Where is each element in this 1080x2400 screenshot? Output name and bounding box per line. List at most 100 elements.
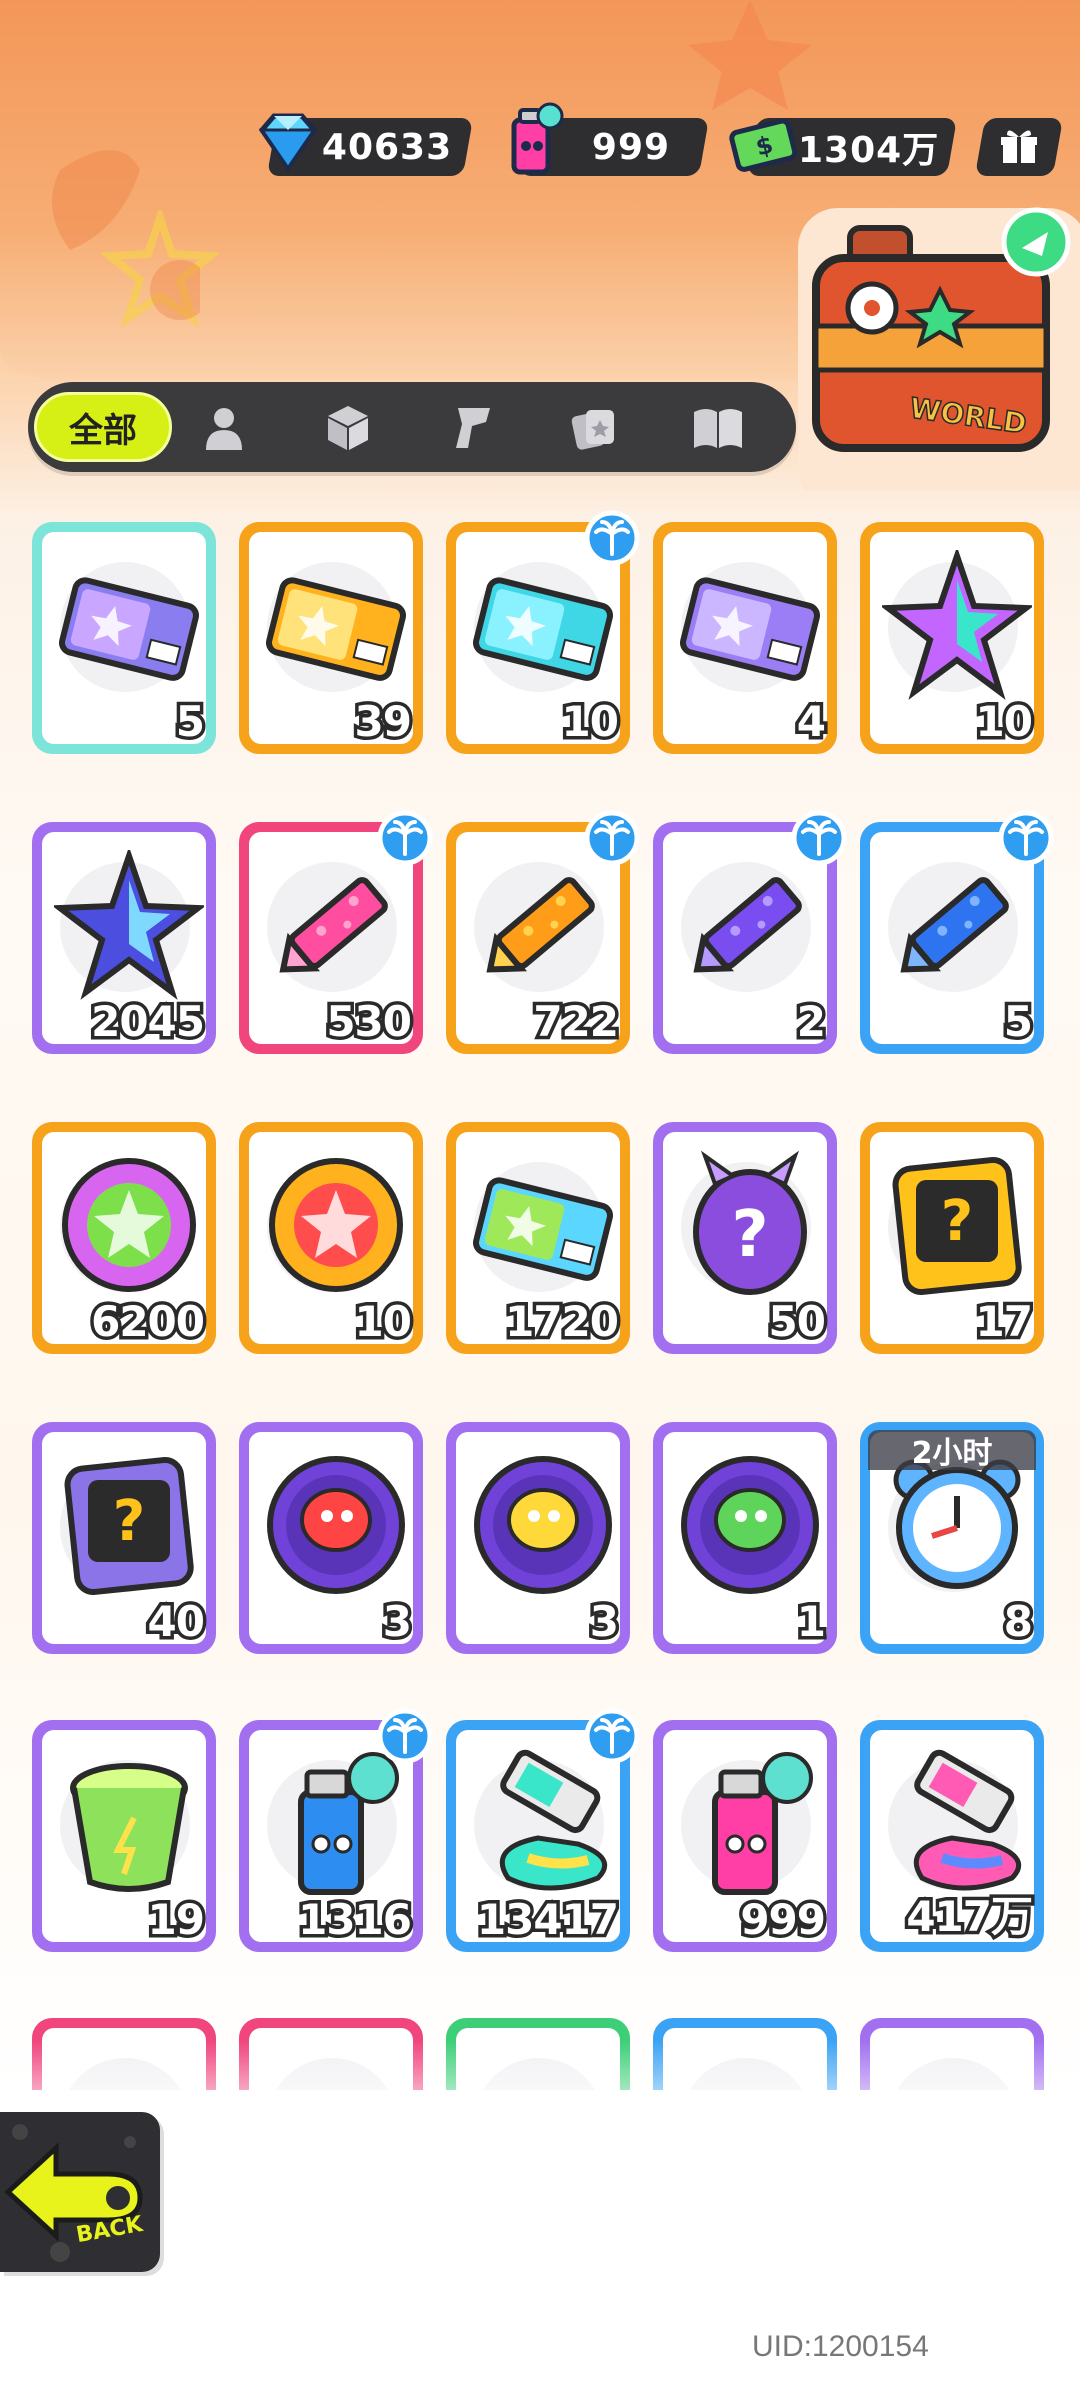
item-quantity: 1720 — [502, 1294, 623, 1350]
item-card[interactable]: 530 — [239, 810, 433, 1054]
item-card[interactable]: 1 — [653, 1422, 837, 1654]
user-id-label: UID:1200154 — [752, 2330, 929, 2363]
cash-icon[interactable]: $ — [724, 104, 804, 184]
item-quantity: 2045 — [88, 994, 209, 1050]
book-icon — [694, 409, 742, 448]
item-quantity: 3 — [586, 1594, 622, 1650]
palm-badge-icon — [998, 810, 1054, 866]
item-card[interactable]: 3 — [446, 1422, 630, 1654]
tab-book[interactable] — [690, 400, 746, 456]
item-quantity: 530 — [323, 994, 416, 1050]
item-card[interactable]: 5 — [860, 810, 1054, 1054]
item-card[interactable]: 1316 — [239, 1708, 433, 1952]
item-card[interactable]: 39 — [239, 522, 423, 754]
item-card[interactable]: 999 — [653, 1720, 837, 1952]
palm-badge-icon — [584, 510, 640, 566]
item-quantity: 10 — [558, 694, 623, 750]
item-quantity: 10 — [351, 1294, 416, 1350]
tab-cards[interactable] — [566, 400, 622, 456]
item-quantity: 40 — [144, 1594, 209, 1650]
alarm-clock-icon — [893, 1459, 1021, 1589]
item-quantity: 1316 — [295, 1892, 416, 1948]
back-button[interactable]: BACK — [0, 2112, 160, 2272]
svg-text:?: ? — [731, 1198, 768, 1272]
item-quantity: 417万 — [903, 1889, 1037, 1945]
spray-gun-icon — [456, 408, 490, 448]
season-ticket-icon — [473, 1177, 613, 1281]
item-card[interactable]: 417万 — [860, 1720, 1044, 1952]
svg-text:?: ? — [941, 1189, 973, 1254]
palm-badge-icon — [377, 1708, 433, 1764]
pink-spray-can-icon — [712, 1752, 813, 1895]
item-timer-label: 2小时 — [868, 1430, 1036, 1471]
back-arrow-icon: BACK — [4, 2124, 146, 2262]
violet-ticket-icon — [680, 577, 820, 681]
rainbow-star-icon — [882, 550, 1032, 700]
item-quantity: 10 — [972, 694, 1037, 750]
item-card[interactable]: ? 40 — [32, 1422, 216, 1654]
item-card[interactable]: ? 50 — [653, 1122, 837, 1354]
item-card[interactable]: 3 — [239, 1422, 423, 1654]
item-card[interactable]: 13417 — [446, 1708, 640, 1952]
person-icon — [206, 408, 242, 450]
item-quantity: 39 — [351, 694, 416, 750]
tab-weapon[interactable] — [444, 400, 500, 456]
item-card[interactable]: 19 — [32, 1720, 216, 1952]
green-cup-icon — [70, 1763, 188, 1892]
palm-badge-icon — [584, 1708, 640, 1764]
item-card[interactable]: 10 — [860, 522, 1044, 754]
gift-menu-button[interactable] — [974, 118, 1064, 176]
item-quantity: 5 — [172, 694, 208, 750]
item-card[interactable]: 2045 — [32, 822, 216, 1054]
star-burst-badge-icon — [269, 1158, 403, 1292]
item-card[interactable]: 10 — [239, 1122, 423, 1354]
paint-can-value: 999 — [591, 126, 671, 168]
palm-badge-icon — [377, 810, 433, 866]
palm-badge-icon — [584, 810, 640, 866]
blue-spray-can-icon — [298, 1752, 399, 1895]
tab-all[interactable]: 全部 — [34, 392, 172, 462]
gift-icon — [1001, 130, 1037, 163]
cool-badge-icon — [62, 1158, 196, 1292]
item-card[interactable]: 5 — [32, 522, 216, 754]
item-quantity: 50 — [765, 1294, 830, 1350]
mystery-egg-icon: ? — [693, 1150, 807, 1295]
item-quantity: 722 — [530, 994, 623, 1050]
paint-tube-icon — [499, 1749, 608, 1891]
box-icon — [328, 406, 368, 450]
tab-character[interactable] — [196, 400, 252, 456]
yellow-squid-orb-icon — [474, 1456, 612, 1594]
item-quantity: 13417 — [473, 1892, 622, 1948]
item-card[interactable]: 10 — [446, 510, 640, 754]
item-quantity: 6200 — [88, 1294, 209, 1350]
item-quantity: 3 — [379, 1594, 415, 1650]
pink-crayon-icon — [279, 877, 388, 973]
item-card[interactable]: 2 — [653, 810, 847, 1054]
blue-star-icon — [54, 850, 204, 1000]
item-quantity: 1 — [793, 1594, 829, 1650]
diamond-icon[interactable] — [248, 104, 328, 184]
wave-ticket-icon — [473, 577, 613, 681]
palm-badge-icon — [791, 810, 847, 866]
mystery-card-icon: ? — [892, 1156, 1022, 1296]
travel-card-icon: ? — [64, 1456, 194, 1596]
item-quantity: 999 — [737, 1892, 830, 1948]
item-quantity: 19 — [144, 1892, 209, 1948]
svg-text:?: ? — [113, 1489, 145, 1554]
red-fish-orb-icon — [267, 1456, 405, 1594]
gold-ticket-icon — [266, 577, 406, 681]
item-card[interactable]: 8 2小时 — [860, 1422, 1044, 1654]
world-suitcase-button[interactable]: WORLD — [790, 200, 1080, 490]
item-card[interactable]: 1720 — [446, 1122, 630, 1354]
item-quantity: 4 — [793, 694, 829, 750]
item-quantity: 17 — [972, 1294, 1037, 1350]
item-card[interactable]: 722 — [446, 810, 640, 1054]
purple-crayon-icon — [693, 877, 802, 973]
paint-can-icon[interactable] — [494, 100, 574, 180]
green-sprout-orb-icon — [681, 1456, 819, 1594]
item-card[interactable]: 4 — [653, 522, 837, 754]
item-card[interactable]: 6200 — [32, 1122, 216, 1354]
tab-box[interactable] — [320, 400, 376, 456]
item-card[interactable]: ? 17 — [860, 1122, 1044, 1354]
item-quantity: 5 — [1000, 994, 1036, 1050]
